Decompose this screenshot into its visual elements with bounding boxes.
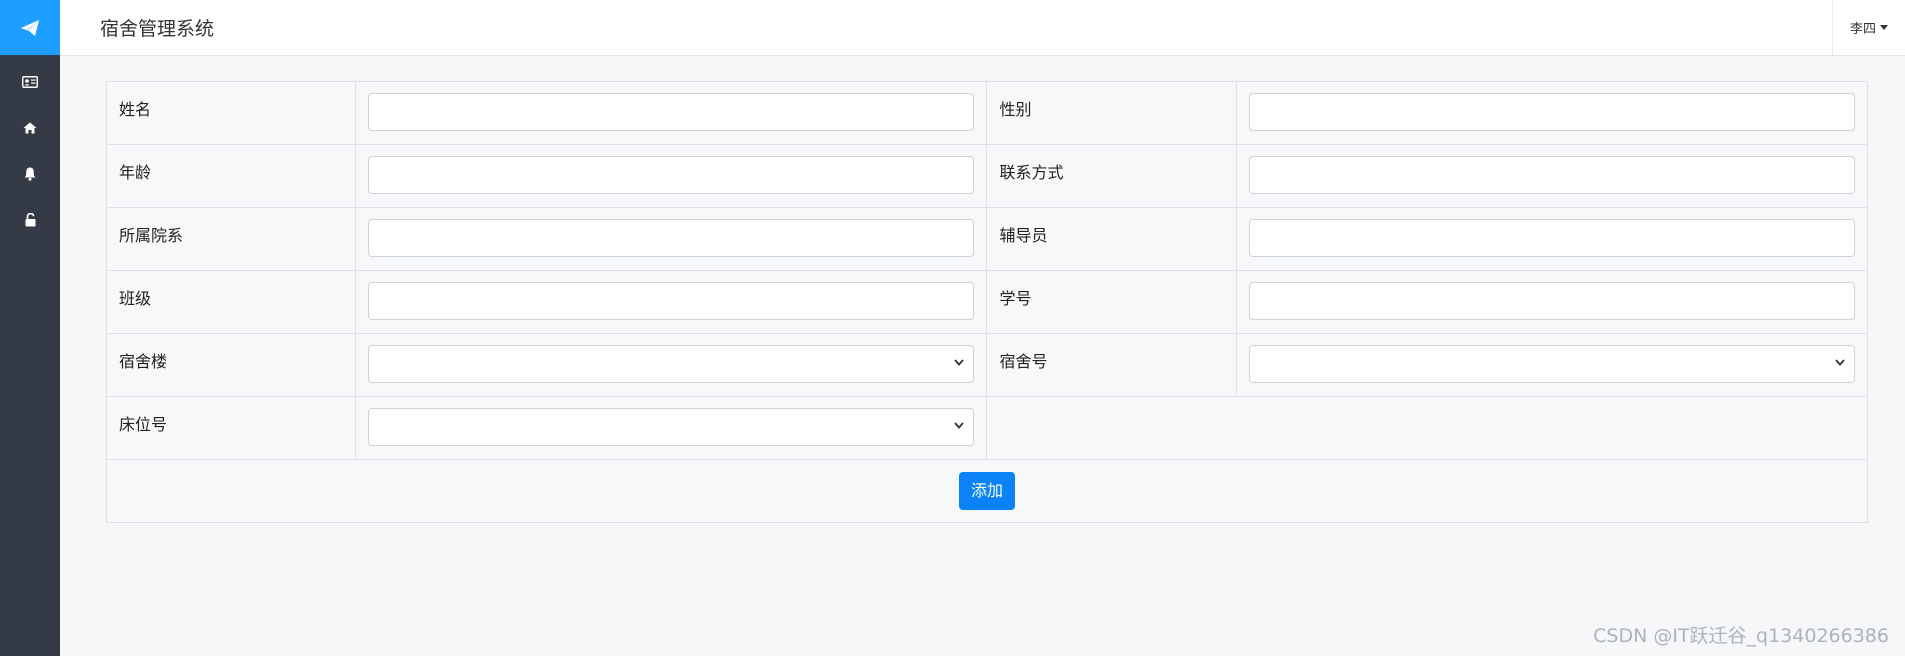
id-card-icon	[22, 76, 38, 88]
empty-cell	[986, 396, 1868, 460]
gender-input[interactable]	[1249, 93, 1855, 131]
sidebar-item-profile[interactable]	[0, 59, 60, 105]
form-row: 班级 学号	[106, 270, 1868, 334]
form-actions: 添加	[106, 459, 1868, 523]
counselor-label: 辅导员	[986, 207, 1238, 271]
header: 宿舍管理系统 李四	[60, 0, 1905, 56]
user-menu[interactable]: 李四	[1832, 0, 1905, 55]
unlock-icon	[25, 213, 35, 227]
student-id-label: 学号	[986, 270, 1238, 334]
sidebar-item-notifications[interactable]	[0, 151, 60, 197]
logo[interactable]	[0, 0, 60, 55]
age-input[interactable]	[367, 156, 975, 194]
room-select[interactable]	[1249, 345, 1855, 383]
bed-label: 床位号	[106, 396, 356, 460]
department-input[interactable]	[367, 219, 975, 257]
building-label: 宿舍楼	[106, 333, 356, 397]
contact-label: 联系方式	[986, 144, 1238, 208]
student-form: 姓名 性别 年龄 联系方式 所属院系 辅导员 班级 学号 宿舍楼 宿舍号 床位号…	[106, 81, 1868, 523]
caret-down-icon	[1880, 25, 1888, 30]
counselor-input[interactable]	[1249, 219, 1855, 257]
home-icon	[23, 122, 37, 134]
form-row: 年龄 联系方式	[106, 144, 1868, 208]
age-label: 年龄	[106, 144, 356, 208]
user-name: 李四	[1849, 22, 1876, 37]
contact-input[interactable]	[1249, 156, 1855, 194]
building-select[interactable]	[367, 345, 975, 383]
class-label: 班级	[106, 270, 356, 334]
sidebar	[0, 0, 60, 656]
chevron-down-icon	[954, 359, 965, 366]
watermark: CSDN @IT跃迁谷_q1340266386	[1593, 625, 1889, 647]
form-row: 所属院系 辅导员	[106, 207, 1868, 271]
bed-select[interactable]	[367, 408, 975, 446]
chevron-down-icon	[954, 422, 965, 429]
name-input[interactable]	[367, 93, 975, 131]
add-button[interactable]: 添加	[958, 472, 1015, 510]
class-input[interactable]	[367, 282, 975, 320]
department-label: 所属院系	[106, 207, 356, 271]
app-title: 宿舍管理系统	[100, 18, 215, 40]
sidebar-item-logout[interactable]	[0, 197, 60, 243]
name-label: 姓名	[106, 81, 356, 145]
gender-label: 性别	[986, 81, 1238, 145]
form-row: 姓名 性别	[106, 81, 1868, 145]
form-row: 宿舍楼 宿舍号	[106, 333, 1868, 397]
sidebar-item-home[interactable]	[0, 105, 60, 151]
room-label: 宿舍号	[986, 333, 1238, 397]
bell-icon	[24, 167, 36, 181]
chevron-down-icon	[1835, 359, 1845, 366]
form-row: 床位号	[106, 396, 1868, 460]
paper-plane-icon	[21, 19, 39, 36]
student-id-input[interactable]	[1249, 282, 1855, 320]
